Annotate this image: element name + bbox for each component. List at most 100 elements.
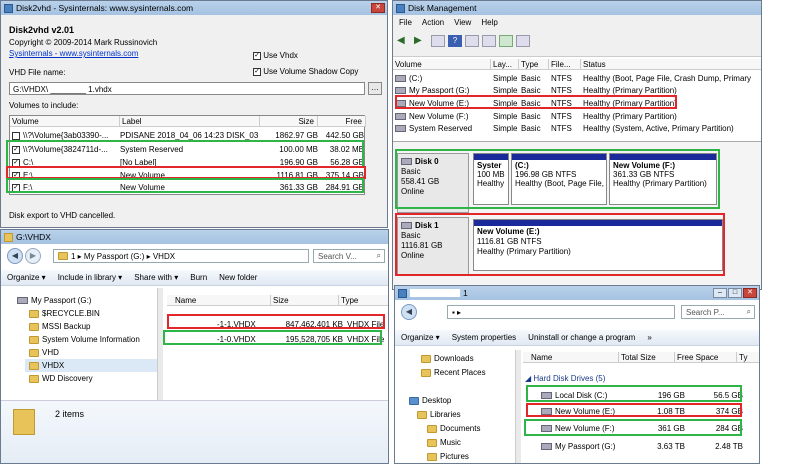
address-bar[interactable]: 1 ▸ My Passport (G:) ▸ VHDX	[53, 249, 309, 263]
checkbox-icon[interactable]	[12, 131, 20, 140]
col-volume[interactable]: Volume	[10, 116, 120, 126]
nav-item-recent[interactable]: Recent Places	[409, 366, 517, 380]
window-title: Disk2vhd - Sysinternals: www.sysinternal…	[16, 3, 194, 13]
use-vss-option[interactable]: ✓ Use Volume Shadow Copy	[253, 67, 358, 76]
share-with-button[interactable]: Share with ▾	[134, 273, 178, 282]
volume-row[interactable]: ✓ C:\ [No Label] 196.90 GB 56.28 GB	[12, 157, 364, 168]
nav-back-icon[interactable]: ◀	[401, 304, 417, 320]
drive-row[interactable]: Local Disk (C:) 196 GB 56.5 GB	[541, 390, 743, 401]
settings-icon[interactable]	[516, 35, 530, 47]
collapse-icon[interactable]: ◢	[525, 374, 531, 383]
drive-row[interactable]: New Volume (E:) 1.08 TB 374 GB	[541, 406, 743, 417]
nav-item-downloads[interactable]: Downloads	[409, 352, 517, 366]
tree-item-selected[interactable]: VHDX	[25, 359, 161, 372]
tree-item[interactable]: VHD	[25, 346, 161, 359]
system-properties-button[interactable]: System properties	[452, 333, 516, 342]
checkbox-icon[interactable]: ✓	[12, 183, 20, 192]
new-folder-button[interactable]: New folder	[219, 273, 257, 282]
refresh-icon[interactable]	[499, 35, 513, 47]
nav-scrollbar[interactable]	[515, 350, 521, 463]
checkbox-icon[interactable]: ✓	[253, 67, 261, 76]
close-icon[interactable]: ✕	[371, 3, 385, 13]
back-icon[interactable]: ◀	[397, 35, 411, 47]
disk0-info[interactable]: Disk 0 Basic 558.41 GB Online	[397, 153, 469, 213]
search-icon[interactable]: ⌕	[747, 307, 751, 317]
volume-row[interactable]: My Passport (G:) Simple Basic NTFS Healt…	[395, 85, 761, 96]
nav-item-music[interactable]: Music	[409, 436, 517, 450]
partition-system[interactable]: Syster 100 MB Healthy	[473, 153, 509, 205]
group-header[interactable]: ◢ Hard Disk Drives (5)	[525, 374, 605, 383]
address-bar[interactable]: ▪ ▸	[447, 305, 675, 319]
volume-table-header: Volume Lay... Type File... Status	[393, 59, 761, 70]
nav-back-icon[interactable]: ◀	[7, 248, 23, 264]
search-icon[interactable]: ⌕	[377, 251, 381, 261]
diskmgmt-titlebar[interactable]: Disk Management	[393, 1, 761, 15]
nav-item-desktop[interactable]: Desktop	[409, 394, 517, 408]
drive-row[interactable]: My Passport (G:) 3.63 TB 2.48 TB	[541, 441, 743, 452]
volume-row[interactable]: ✓ E:\ New Volume 1116.81 GB 375.14 GB	[12, 170, 364, 181]
browse-button[interactable]: …	[368, 82, 382, 95]
tree-scrollbar[interactable]	[157, 288, 163, 400]
explorer-titlebar[interactable]: G:\VHDX	[1, 230, 388, 244]
folder-icon	[4, 232, 13, 242]
burn-button[interactable]: Burn	[190, 273, 207, 282]
menu-action[interactable]: Action	[422, 18, 444, 27]
checkbox-icon[interactable]: ✓	[12, 158, 20, 167]
more-button[interactable]: »	[647, 333, 651, 342]
search-box[interactable]: Search P... ⌕	[681, 305, 755, 319]
tree-item[interactable]: WD Discovery	[25, 372, 161, 385]
volume-row[interactable]: System Reserved Simple Basic NTFS Health…	[395, 123, 761, 134]
maximize-icon[interactable]: □	[728, 288, 742, 298]
menu-help[interactable]: Help	[481, 18, 497, 27]
checkbox-icon[interactable]: ✓	[253, 51, 261, 60]
partition-c[interactable]: (C:) 196.98 GB NTFS Healthy (Boot, Page Fi…	[511, 153, 607, 205]
volume-row[interactable]: New Volume (E:) Simple Basic NTFS Health…	[395, 98, 761, 109]
drive-row[interactable]: New Volume (F:) 361 GB 284 GB	[541, 423, 743, 434]
nav-item-documents[interactable]: Documents	[409, 422, 517, 436]
use-vhdx-option[interactable]: ✓ Use Vhdx	[253, 51, 298, 60]
up-icon[interactable]	[431, 35, 445, 47]
search-box[interactable]: Search V... ⌕	[313, 249, 385, 263]
close-icon[interactable]: ✕	[743, 288, 757, 298]
volume-row[interactable]: ✓ \\?\Volume{3824711d-... System Reserve…	[12, 144, 364, 155]
disk2vhd-titlebar[interactable]: Disk2vhd - Sysinternals: www.sysinternal…	[1, 1, 387, 15]
checkbox-icon[interactable]: ✓	[12, 171, 20, 180]
partition-e[interactable]: New Volume (E:) 1116.81 GB NTFS Healthy (P…	[473, 219, 723, 271]
forward-icon[interactable]: ▶	[414, 35, 428, 47]
vhd-file-input[interactable]: G:\VHDX\ ________ 1.vhdx	[9, 82, 365, 95]
file-row[interactable]: -1-0.VHDX 195,528,705 KB VHDX File	[169, 334, 388, 345]
minimize-icon[interactable]: –	[713, 288, 727, 298]
disk1-info[interactable]: Disk 1 Basic 1116.81 GB Online	[397, 217, 469, 275]
properties-icon[interactable]	[465, 35, 479, 47]
include-library-button[interactable]: Include in library ▾	[58, 273, 123, 282]
file-row[interactable]: -1-1.VHDX 847,462,401 KB VHDX File	[169, 319, 388, 330]
partition-f[interactable]: New Volume (F:) 361.33 GB NTFS Healthy (Pr…	[609, 153, 717, 205]
folder-icon	[29, 309, 39, 318]
menu-view[interactable]: View	[454, 18, 471, 27]
list-icon[interactable]	[482, 35, 496, 47]
volume-row[interactable]: (C:) Simple Basic NTFS Healthy (Boot, Pa…	[395, 73, 761, 84]
nav-item-libraries[interactable]: Libraries	[409, 408, 517, 422]
computer-icon: ▪ ▸	[452, 307, 462, 317]
tree-item[interactable]: My Passport (G:)	[17, 294, 161, 307]
organize-button[interactable]: Organize ▾	[401, 333, 440, 342]
nav-item-pictures[interactable]: Pictures	[409, 450, 517, 463]
help-icon[interactable]: ?	[448, 35, 462, 47]
volume-row[interactable]: ✓ F:\ New Volume 361.33 GB 284.91 GB	[12, 182, 364, 193]
details-pane: 2 items	[1, 400, 388, 463]
explorer-titlebar[interactable]: 1 – □ ✕	[395, 286, 759, 300]
checkbox-icon[interactable]: ✓	[12, 145, 20, 154]
col-free[interactable]: Free	[318, 116, 366, 126]
volume-row[interactable]: \\?\Volume{3ab03390-... PDISANE 2018_04_…	[12, 130, 364, 141]
nav-forward-icon[interactable]: ▶	[25, 248, 41, 264]
tree-item[interactable]: $RECYCLE.BIN	[25, 307, 161, 320]
col-label[interactable]: Label	[120, 116, 260, 126]
tree-item[interactable]: MSSI Backup	[25, 320, 161, 333]
menu-file[interactable]: File	[399, 18, 412, 27]
tree-item[interactable]: System Volume Information	[25, 333, 161, 346]
volume-row[interactable]: New Volume (F:) Simple Basic NTFS Health…	[395, 111, 761, 122]
uninstall-button[interactable]: Uninstall or change a program	[528, 333, 635, 342]
organize-button[interactable]: Organize ▾	[7, 273, 46, 282]
sysinternals-link[interactable]: Sysinternals - www.sysinternals.com	[9, 49, 138, 58]
col-size[interactable]: Size	[260, 116, 318, 126]
